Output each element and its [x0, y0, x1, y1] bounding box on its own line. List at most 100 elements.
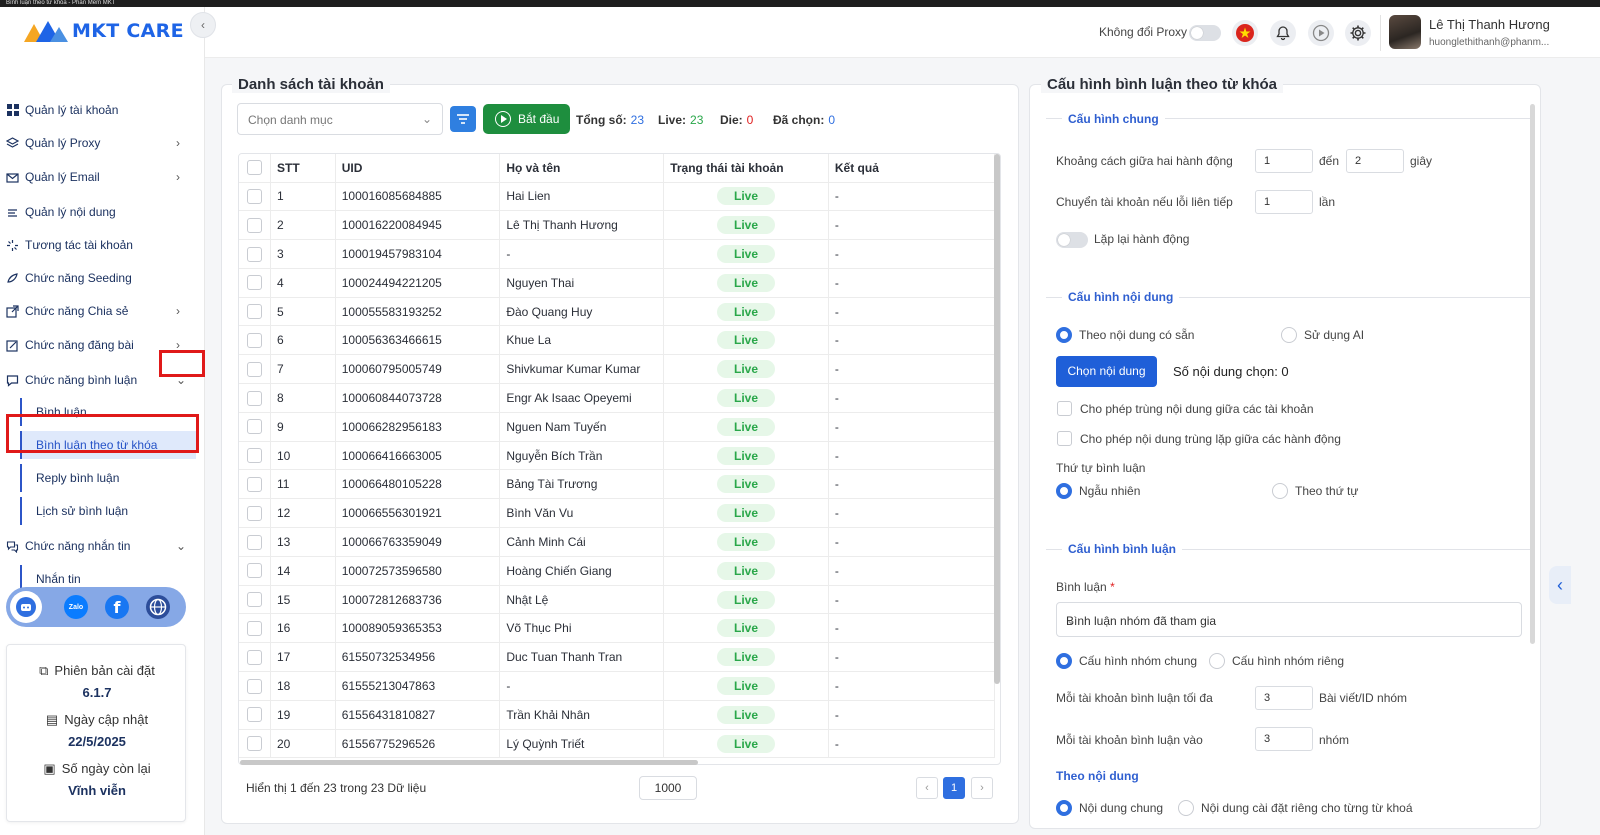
zalo-icon[interactable]: Zalo [64, 595, 88, 619]
row-select-cell[interactable] [239, 239, 271, 269]
filter-button[interactable] [450, 106, 476, 132]
row-checkbox[interactable] [247, 563, 262, 579]
row-checkbox[interactable] [247, 505, 262, 521]
row-checkbox[interactable] [247, 333, 262, 349]
order-sequence-radio[interactable] [1272, 483, 1288, 499]
app-logo[interactable]: MKT CARE [22, 18, 184, 44]
row-select-cell[interactable] [239, 210, 271, 241]
row-select-cell[interactable] [239, 412, 271, 442]
prev-page-button[interactable]: ‹ [916, 777, 938, 799]
row-select-cell[interactable] [239, 613, 271, 644]
gear-icon[interactable] [1345, 20, 1371, 46]
table-row[interactable]: 9 100066282956183 Nguen Nam Tuyến Live - [239, 412, 996, 442]
support-icon[interactable] [10, 591, 42, 623]
row-select-cell[interactable] [239, 642, 271, 673]
row-checkbox[interactable] [247, 217, 262, 233]
row-checkbox[interactable] [247, 361, 262, 377]
bell-icon[interactable] [1270, 20, 1296, 46]
row-select-cell[interactable] [239, 325, 271, 356]
row-checkbox[interactable] [247, 621, 262, 637]
globe-icon[interactable] [146, 595, 170, 619]
proxy-toggle[interactable] [1189, 25, 1221, 41]
table-row[interactable]: 11 100066480105228 Bảng Tài Trương Live - [239, 469, 996, 500]
bc-common-radio[interactable] [1056, 800, 1072, 816]
table-row[interactable]: 6 100056363466615 Khue La Live - [239, 325, 996, 356]
switch-input[interactable]: 1 [1255, 190, 1313, 214]
allow-dup-accounts-checkbox[interactable] [1057, 401, 1072, 416]
group-private-radio[interactable] [1209, 653, 1225, 669]
row-checkbox[interactable] [247, 448, 262, 464]
chevron-right-icon[interactable]: › [176, 136, 180, 150]
table-row[interactable]: 1 100016085684885 Hai Lien Live - [239, 182, 996, 212]
max-comment-input[interactable]: 3 [1255, 686, 1313, 710]
chevron-right-icon[interactable]: › [176, 304, 180, 318]
choose-content-button[interactable]: Chọn nội dung [1056, 356, 1157, 387]
start-button[interactable]: Bắt đầu [483, 104, 570, 134]
row-checkbox[interactable] [247, 189, 262, 205]
row-checkbox[interactable] [247, 419, 262, 435]
facebook-icon[interactable]: f [105, 595, 129, 619]
row-checkbox[interactable] [247, 477, 262, 493]
row-checkbox[interactable] [247, 246, 262, 262]
row-checkbox[interactable] [247, 304, 262, 320]
row-checkbox[interactable] [247, 592, 262, 608]
group-common-radio[interactable] [1056, 653, 1072, 669]
comment-type-select[interactable]: Bình luận nhóm đã tham gia ⌄ [1056, 602, 1522, 637]
row-select-cell[interactable] [239, 498, 271, 529]
comment-sub-item-2[interactable]: Reply bình luận [20, 464, 196, 492]
row-select-cell[interactable] [239, 383, 271, 413]
chevron-down-icon[interactable]: ⌄ [176, 539, 186, 553]
sidebar-collapse-button[interactable]: ‹ [190, 12, 216, 38]
sidebar-item-5[interactable]: Chức năng Seeding [0, 265, 205, 291]
table-row[interactable]: 17 61550732534956 Duc Tuan Thanh Tran Live - [239, 642, 996, 673]
side-drawer-toggle[interactable]: ‹ [1549, 566, 1571, 604]
into-groups-input[interactable]: 3 [1255, 727, 1313, 751]
row-select-cell[interactable] [239, 585, 271, 615]
row-select-cell[interactable] [239, 268, 271, 298]
select-all-checkbox[interactable] [247, 160, 262, 176]
table-row[interactable]: 16 100089059365353 Võ Thục Phi Live - [239, 613, 996, 644]
row-checkbox[interactable] [247, 678, 262, 694]
table-row[interactable]: 5 100055583193252 Đào Quang Huy Live - [239, 297, 996, 327]
interval-from-input[interactable]: 1 [1255, 149, 1313, 173]
row-checkbox[interactable] [247, 275, 262, 291]
allow-dup-actions-checkbox[interactable] [1057, 431, 1072, 446]
sidebar-item-2[interactable]: Quản lý Email › [0, 164, 205, 190]
row-select-cell[interactable] [239, 182, 271, 212]
page-size-input[interactable]: 1000 [639, 776, 697, 800]
config-scrollbar[interactable] [1530, 104, 1535, 644]
avatar[interactable] [1389, 15, 1421, 49]
table-row[interactable]: 15 100072812683736 Nhật Lệ Live - [239, 585, 996, 615]
page-1-button[interactable]: 1 [943, 777, 965, 799]
row-select-cell[interactable] [239, 354, 271, 385]
comment-sub-item-3[interactable]: Lịch sử bình luận [20, 497, 196, 525]
content-available-radio[interactable] [1056, 327, 1072, 343]
table-row[interactable]: 14 100072573596580 Hoàng Chiến Giang Live - [239, 556, 996, 586]
row-select-cell[interactable] [239, 700, 271, 730]
table-vertical-scrollbar[interactable] [994, 154, 1000, 684]
order-random-radio[interactable] [1056, 483, 1072, 499]
row-checkbox[interactable] [247, 534, 262, 550]
sidebar-item-9[interactable]: Chức năng nhắn tin ⌄ [0, 533, 205, 559]
table-row[interactable]: 12 100066556301921 Bình Văn Vu Live - [239, 498, 996, 529]
row-select-cell[interactable] [239, 441, 271, 471]
row-select-cell[interactable] [239, 671, 271, 701]
table-row[interactable]: 4 100024494221205 Nguyen Thai Live - [239, 268, 996, 298]
table-row[interactable]: 2 100016220084945 Lê Thị Thanh Hương Live - [239, 210, 996, 241]
table-row[interactable]: 10 100066416663005 Nguyễn Bích Trần Live - [239, 441, 996, 471]
sidebar-item-6[interactable]: Chức năng Chia sẻ › [0, 298, 205, 324]
category-select[interactable]: Chọn danh mục ⌄ [237, 103, 443, 135]
table-row[interactable]: 20 61556775296526 Lý Quỳnh Triết Live - [239, 729, 996, 759]
table-row[interactable]: 8 100060844073728 Engr Ak Isaac Opeyemi Liv… [239, 383, 996, 413]
interval-to-input[interactable]: 2 [1346, 149, 1404, 173]
content-ai-radio[interactable] [1281, 327, 1297, 343]
sidebar-item-0[interactable]: Quản lý tài khoản [0, 97, 205, 123]
chevron-right-icon[interactable]: › [176, 170, 180, 184]
bc-private-radio[interactable] [1178, 800, 1194, 816]
row-checkbox[interactable] [247, 649, 262, 665]
sidebar-item-1[interactable]: Quản lý Proxy › [0, 130, 205, 156]
row-checkbox[interactable] [247, 390, 262, 406]
table-row[interactable]: 19 61556431810827 Trần Khải Nhân Live - [239, 700, 996, 730]
table-horizontal-scrollbar[interactable] [240, 760, 698, 765]
vietnam-flag-icon[interactable] [1232, 20, 1258, 46]
